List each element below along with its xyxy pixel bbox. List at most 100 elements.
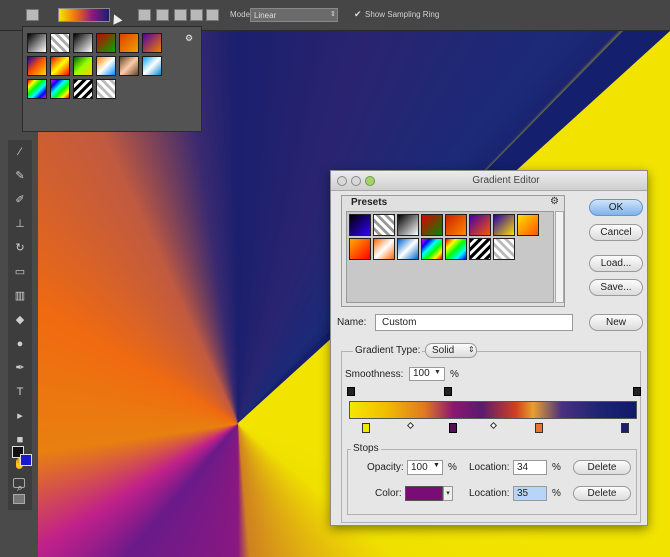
stops-label: Stops bbox=[351, 443, 381, 454]
linear-gradient-icon[interactable] bbox=[138, 9, 151, 21]
dialog-titlebar: Gradient Editor bbox=[331, 171, 647, 191]
preset-swatch[interactable] bbox=[445, 238, 467, 260]
dialog-title: Gradient Editor bbox=[472, 175, 540, 186]
opacity-label: Opacity: bbox=[367, 462, 404, 473]
show-sampling-ring-label: Show Sampling Ring bbox=[365, 10, 440, 19]
preset-swatch[interactable] bbox=[142, 56, 162, 76]
ok-button[interactable]: OK bbox=[589, 199, 643, 216]
preset-swatch[interactable] bbox=[397, 214, 419, 236]
opacity-stop[interactable] bbox=[633, 387, 641, 396]
preset-swatch[interactable] bbox=[349, 214, 371, 236]
preset-swatch[interactable] bbox=[50, 33, 70, 53]
preset-swatch[interactable] bbox=[517, 214, 539, 236]
color-location-input[interactable]: 35 bbox=[513, 486, 547, 501]
pencil-icon[interactable]: ✐ bbox=[12, 194, 28, 206]
preset-swatch[interactable] bbox=[119, 33, 139, 53]
name-label: Name: bbox=[337, 317, 367, 328]
color-stop[interactable] bbox=[362, 423, 370, 433]
quick-mask-icon[interactable] bbox=[13, 478, 25, 488]
color-stop-selected[interactable] bbox=[449, 423, 457, 433]
preset-swatch[interactable] bbox=[119, 56, 139, 76]
gear-icon[interactable]: ⚙ bbox=[185, 33, 193, 44]
opacity-stop[interactable] bbox=[347, 387, 355, 396]
type-icon[interactable]: T bbox=[12, 386, 28, 398]
history-brush-icon[interactable]: ↻ bbox=[12, 242, 28, 254]
path-select-icon[interactable]: ▸ bbox=[12, 410, 28, 422]
preset-swatch[interactable] bbox=[421, 214, 443, 236]
chevron-down-icon[interactable]: ▼ bbox=[434, 369, 441, 376]
preset-swatch[interactable] bbox=[73, 33, 93, 53]
color-delete-button[interactable]: Delete bbox=[573, 486, 631, 501]
pen-icon[interactable]: ✒ bbox=[12, 362, 28, 374]
dodge-icon[interactable]: ● bbox=[12, 338, 28, 350]
mode-label: Mode: bbox=[230, 10, 253, 19]
preset-swatch[interactable] bbox=[27, 56, 47, 76]
smoothness-label: Smoothness: bbox=[345, 369, 404, 380]
name-field[interactable]: Custom bbox=[375, 314, 573, 331]
eyedropper-icon[interactable]: ⁄ bbox=[12, 146, 28, 158]
preset-swatch[interactable] bbox=[469, 238, 491, 260]
eraser-icon[interactable]: ▭ bbox=[12, 266, 28, 278]
preset-swatch[interactable] bbox=[469, 214, 491, 236]
color-label: Color: bbox=[375, 488, 402, 499]
chevron-down-icon[interactable]: ▾ bbox=[443, 486, 453, 501]
photoshop-window: ⁄ ✎ ✐ ⊥ ↻ ▭ ▥ ◆ ● ✒ T ▸ ■ ✋ ⌕ Mode: Line… bbox=[0, 0, 670, 557]
preset-swatch[interactable] bbox=[445, 214, 467, 236]
load-button[interactable]: Load... bbox=[589, 255, 643, 272]
smoothness-unit: % bbox=[450, 369, 459, 380]
preset-swatch[interactable] bbox=[96, 56, 116, 76]
background-color-swatch[interactable] bbox=[20, 454, 32, 466]
cancel-button[interactable]: Cancel bbox=[589, 224, 643, 241]
preset-swatch[interactable] bbox=[73, 56, 93, 76]
show-sampling-ring-checkbox[interactable]: ✔ bbox=[354, 9, 362, 20]
color-stop[interactable] bbox=[621, 423, 629, 433]
reflected-gradient-icon[interactable] bbox=[190, 9, 203, 21]
close-icon[interactable] bbox=[337, 176, 347, 186]
shape-icon[interactable]: ■ bbox=[12, 434, 28, 446]
preset-swatch[interactable] bbox=[142, 33, 162, 53]
screen-mode-icon[interactable] bbox=[13, 494, 25, 504]
color-stop[interactable] bbox=[535, 423, 543, 433]
preset-swatch[interactable] bbox=[421, 238, 443, 260]
chevron-down-icon[interactable]: ▼ bbox=[433, 462, 440, 469]
preset-swatch[interactable] bbox=[493, 214, 515, 236]
mode-select[interactable]: Linear bbox=[250, 8, 338, 22]
save-button[interactable]: Save... bbox=[589, 279, 643, 296]
zoom-window-icon[interactable] bbox=[365, 176, 375, 186]
preset-swatch[interactable] bbox=[27, 33, 47, 53]
minimize-icon[interactable] bbox=[351, 176, 361, 186]
gear-icon[interactable]: ⚙ bbox=[550, 196, 559, 207]
stamp-icon[interactable]: ⊥ bbox=[12, 218, 28, 230]
preset-swatch[interactable] bbox=[397, 238, 419, 260]
opacity-location-input[interactable]: 34 bbox=[513, 460, 547, 475]
brush-icon[interactable]: ✎ bbox=[12, 170, 28, 182]
preset-swatch[interactable] bbox=[373, 214, 395, 236]
preset-swatch[interactable] bbox=[373, 238, 395, 260]
preset-swatch[interactable] bbox=[349, 238, 371, 260]
blur-icon[interactable]: ◆ bbox=[12, 314, 28, 326]
opacity-delete-button[interactable]: Delete bbox=[573, 460, 631, 475]
new-button[interactable]: New bbox=[589, 314, 643, 331]
tool-preset-icon[interactable] bbox=[26, 9, 39, 21]
color-location-label: Location: bbox=[469, 488, 510, 499]
preset-swatch[interactable] bbox=[96, 33, 116, 53]
presets-swatch-grid bbox=[346, 211, 554, 303]
preset-swatch[interactable] bbox=[493, 238, 515, 260]
radial-gradient-icon[interactable] bbox=[156, 9, 169, 21]
opacity-unit: % bbox=[448, 462, 457, 473]
preset-swatch[interactable] bbox=[50, 56, 70, 76]
preset-swatch[interactable] bbox=[73, 79, 93, 99]
preset-swatch[interactable] bbox=[27, 79, 47, 99]
gradient-icon[interactable]: ▥ bbox=[12, 290, 28, 302]
stop-color-swatch[interactable] bbox=[405, 486, 443, 501]
opacity-location-unit: % bbox=[552, 462, 561, 473]
presets-scrollbar[interactable] bbox=[555, 211, 564, 303]
preset-swatch[interactable] bbox=[50, 79, 70, 99]
angle-gradient-icon[interactable] bbox=[174, 9, 187, 21]
opacity-stop-selected[interactable] bbox=[444, 387, 452, 396]
diamond-gradient-icon[interactable] bbox=[206, 9, 219, 21]
gradient-bar[interactable] bbox=[349, 401, 637, 419]
gradient-picker-preview[interactable] bbox=[58, 8, 110, 22]
preset-swatch[interactable] bbox=[96, 79, 116, 99]
presets-label: Presets bbox=[351, 197, 388, 208]
